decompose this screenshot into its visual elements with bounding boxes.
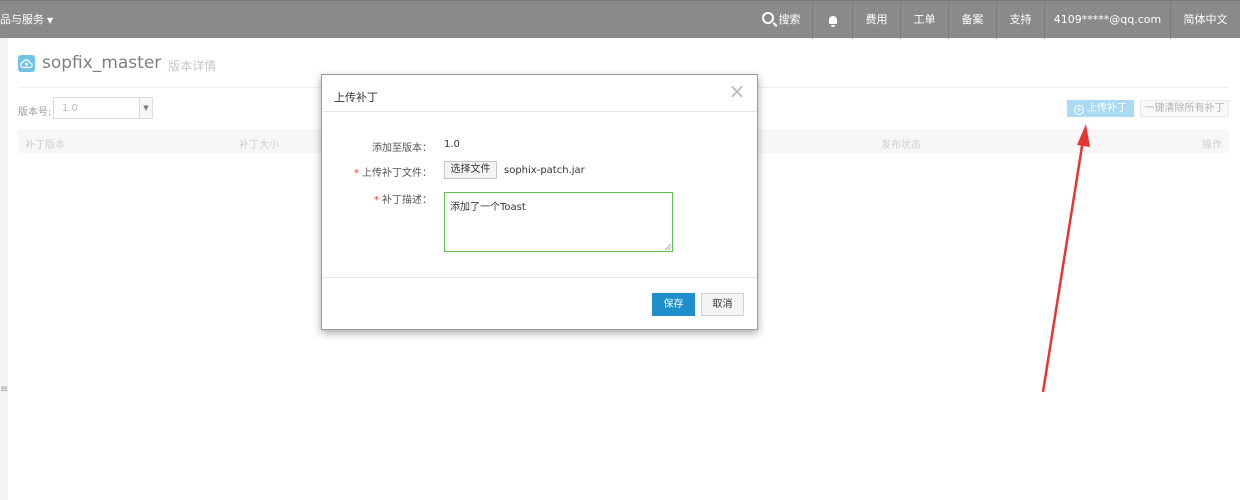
filing-nav-link[interactable]: 备案 [948,1,996,39]
patch-file-label-text: 上传补丁文件： [362,168,432,179]
close-icon[interactable]: × [727,81,747,101]
notifications-button[interactable] [812,1,852,39]
top-navbar: 品与服务 ▼ 搜索 费用 工单 备案 支持 4109*****@qq.com 简体… [0,0,1240,39]
search-nav-button[interactable]: 搜索 [756,1,806,39]
products-services-menu[interactable]: 品与服务 ▼ [0,1,53,39]
cancel-button[interactable]: 取消 [701,293,744,316]
upload-patch-dialog: 上传补丁 × 添加至版本： 1.0 * 上传补丁文件： 选择文件 sophix-p… [321,74,758,330]
support-nav-link[interactable]: 支持 [996,1,1044,39]
add-to-version-value: 1.0 [444,139,460,150]
patch-description-value: 添加了一个Toast [450,202,526,213]
patch-description-label-text: 补丁描述： [382,195,432,206]
choose-file-button[interactable]: 选择文件 [444,161,497,179]
search-label: 搜索 [778,13,801,26]
required-mark: * [374,195,379,206]
language-switcher[interactable]: 简体中文 [1170,1,1240,39]
account-menu[interactable]: 4109*****@qq.com [1044,1,1170,39]
billing-nav-link[interactable]: 费用 [852,1,900,39]
add-to-version-label: 添加至版本： [372,143,432,154]
dialog-title: 上传补丁 [334,91,378,104]
dialog-header-divider [322,111,757,112]
search-icon [761,12,774,24]
dialog-footer-divider [322,277,757,278]
selected-file-name: sophix-patch.jar [504,165,585,176]
tickets-nav-link[interactable]: 工单 [900,1,948,39]
patch-description-label: * 补丁描述： [322,191,432,206]
required-mark: * [354,168,359,179]
products-services-label: 品与服务 [0,13,44,26]
patch-description-textarea[interactable]: 添加了一个Toast [444,192,673,252]
caret-down-icon: ▼ [47,16,54,25]
patch-file-label: * 上传补丁文件： [322,164,432,179]
resize-grip-icon[interactable] [665,244,671,250]
bell-icon [828,16,837,27]
save-button[interactable]: 保存 [652,293,695,316]
